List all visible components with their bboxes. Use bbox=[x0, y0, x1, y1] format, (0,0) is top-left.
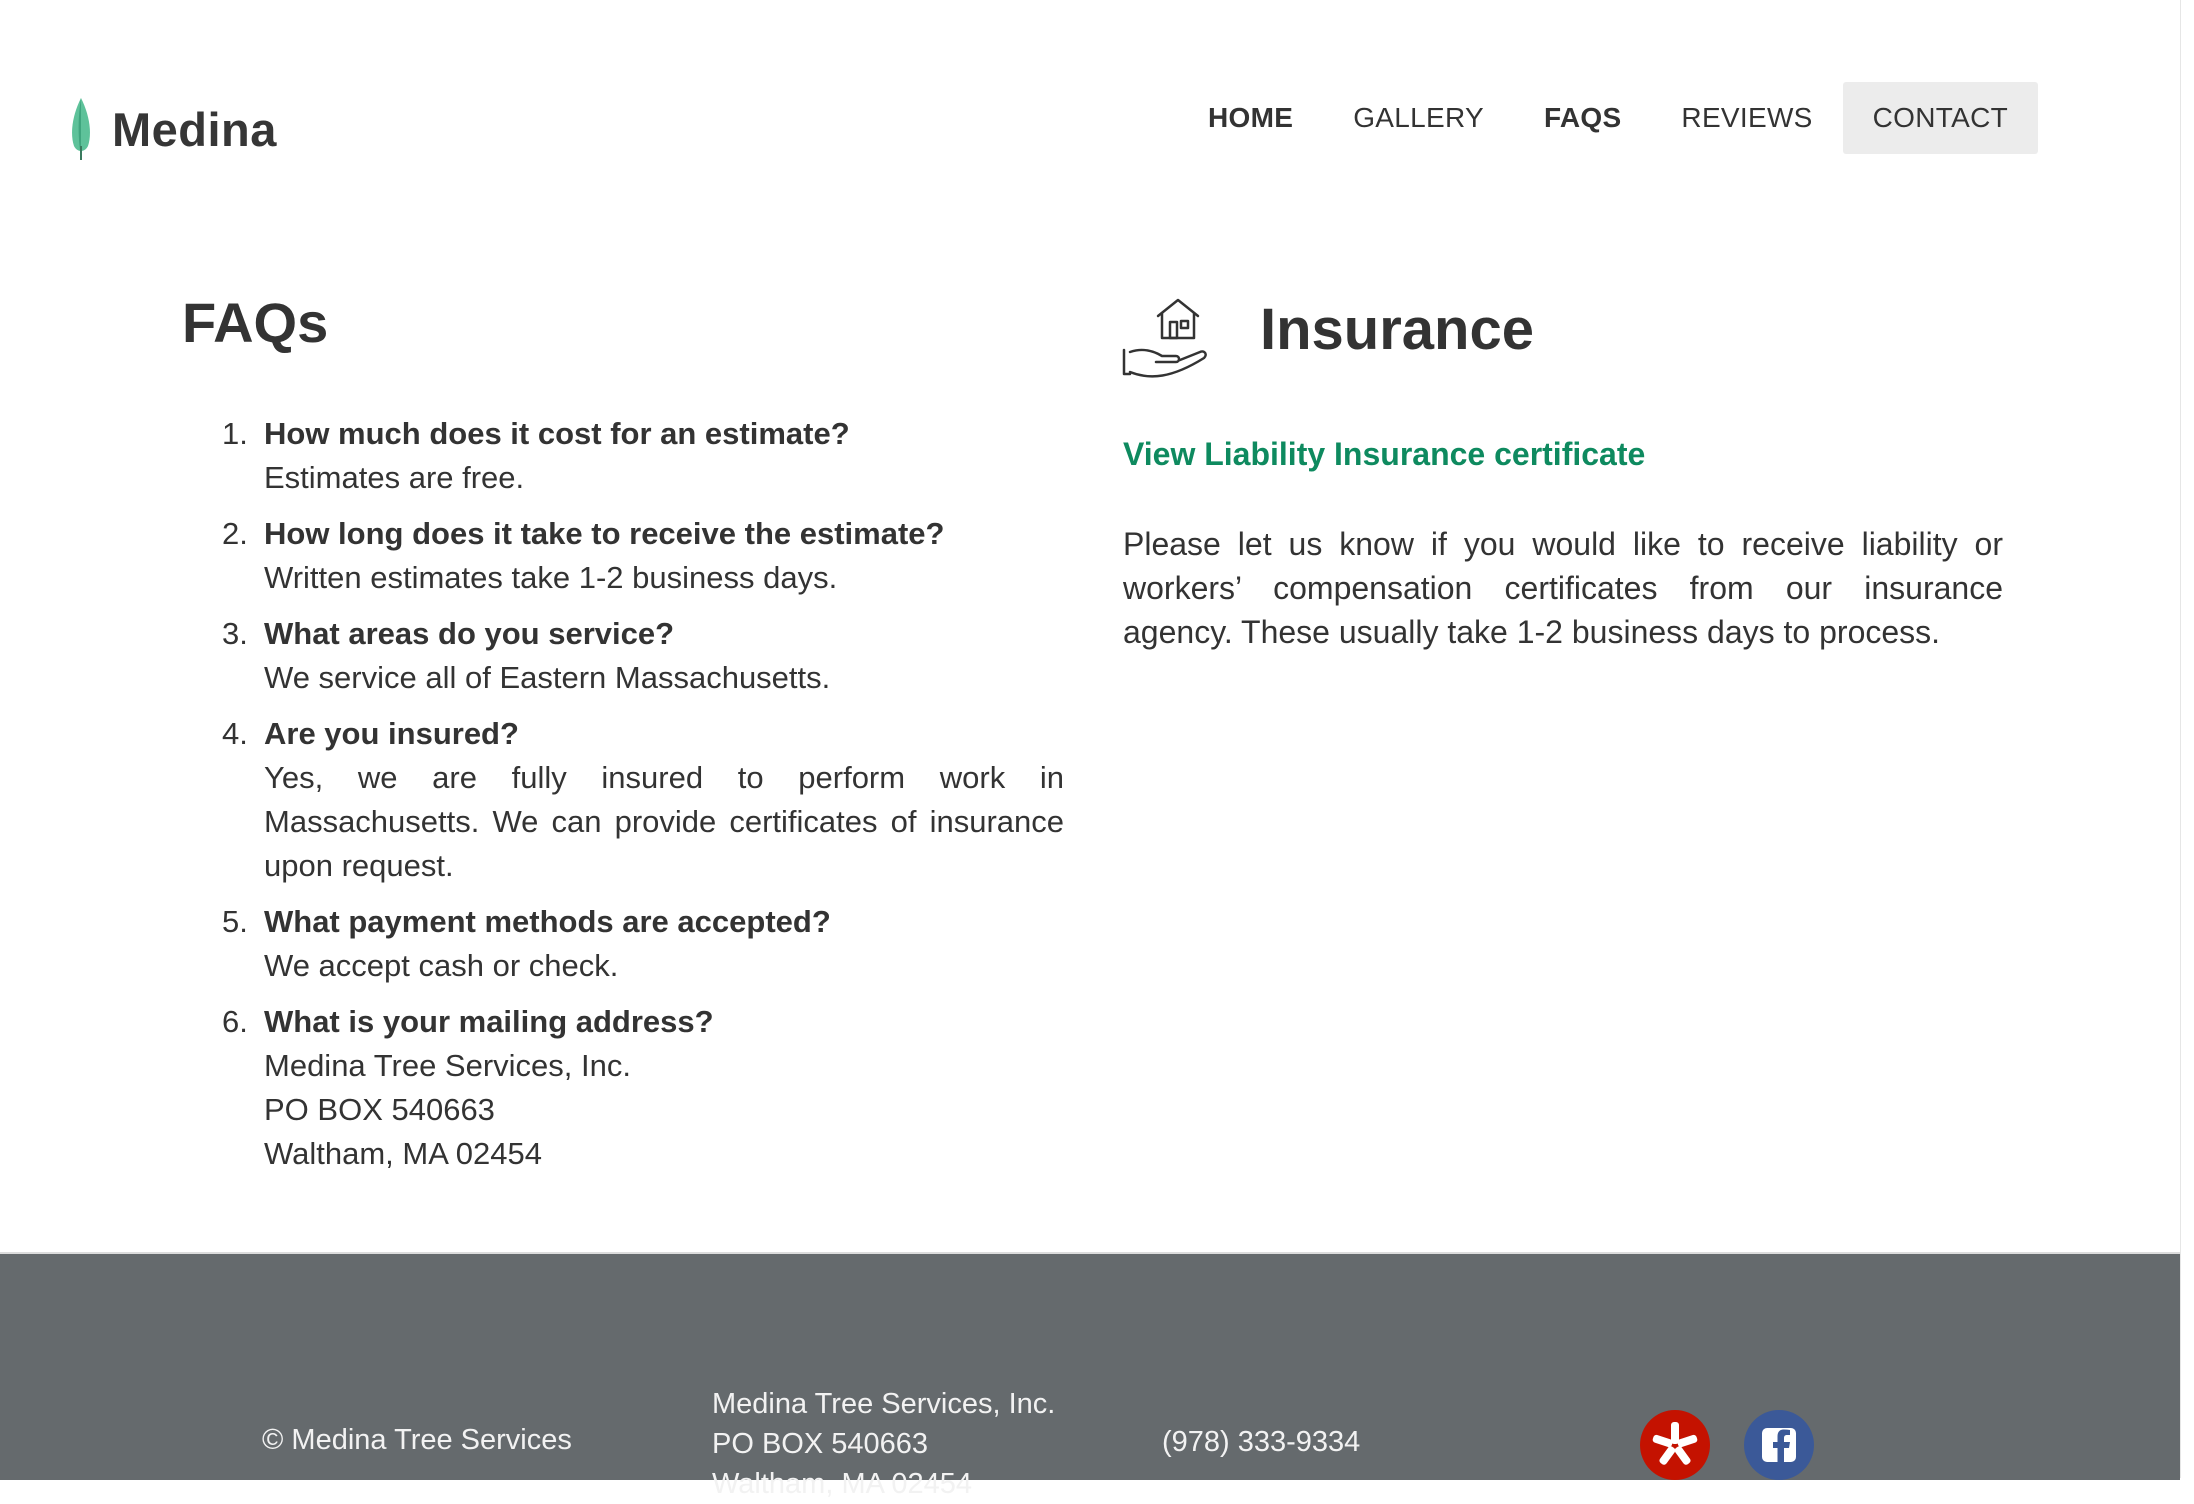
nav-contact[interactable]: CONTACT bbox=[1842, 82, 2039, 154]
faq-item: 3. What areas do you service? We service… bbox=[222, 612, 1064, 700]
insurance-description: Please let us know if you would like to … bbox=[1123, 526, 2003, 650]
footer-phone[interactable]: (978) 333-9334 bbox=[1162, 1426, 1360, 1459]
faq-answer: We accept cash or check. bbox=[264, 944, 1064, 988]
faq-answer: Yes, we are fully insured to perform wor… bbox=[264, 760, 1064, 883]
faq-question: What payment methods are accepted? bbox=[264, 904, 831, 939]
faq-number: 3. bbox=[222, 616, 248, 651]
footer-address-line: Waltham, MA 02454 bbox=[712, 1468, 973, 1500]
facebook-icon bbox=[1762, 1428, 1796, 1462]
faq-list: 1. How much does it cost for an estimate… bbox=[222, 412, 1064, 1188]
faq-number: 6. bbox=[222, 1004, 248, 1039]
faq-item: 5. What payment methods are accepted? We… bbox=[222, 900, 1064, 988]
faq-item: 6. What is your mailing address? Medina … bbox=[222, 1000, 1064, 1176]
main-nav: HOME GALLERY FAQS REVIEWS CONTACT bbox=[1178, 82, 2039, 154]
footer-copyright: © Medina Tree Services bbox=[262, 1424, 572, 1456]
faq-answer-line: Waltham, MA 02454 bbox=[264, 1136, 542, 1171]
house-in-hand-icon bbox=[1122, 298, 1207, 378]
faq-item: 1. How much does it cost for an estimate… bbox=[222, 412, 1064, 500]
site-logo[interactable]: Medina bbox=[66, 92, 277, 166]
footer-address-line: PO BOX 540663 bbox=[712, 1428, 929, 1460]
faq-question: What areas do you service? bbox=[264, 616, 675, 651]
nav-gallery[interactable]: GALLERY bbox=[1323, 82, 1514, 154]
nav-home[interactable]: HOME bbox=[1178, 82, 1323, 154]
faq-item: 2. How long does it take to receive the … bbox=[222, 512, 1064, 600]
nav-faqs[interactable]: FAQS bbox=[1514, 82, 1651, 154]
faq-number: 2. bbox=[222, 516, 248, 551]
footer-address: Medina Tree Services, Inc. PO BOX 540663… bbox=[712, 1384, 1055, 1504]
site-footer: © Medina Tree Services Medina Tree Servi… bbox=[0, 1252, 2180, 1500]
yelp-icon bbox=[1652, 1422, 1698, 1465]
scrollbar-track[interactable] bbox=[2180, 0, 2194, 1478]
faq-number: 1. bbox=[222, 416, 248, 451]
yelp-link[interactable] bbox=[1640, 1410, 1710, 1480]
faq-answer-line: Medina Tree Services, Inc. bbox=[264, 1048, 631, 1083]
faq-number: 4. bbox=[222, 716, 248, 751]
faq-answer-line: We accept cash or check. bbox=[264, 948, 619, 983]
logo-text: Medina bbox=[112, 102, 277, 156]
tree-logo-icon bbox=[72, 98, 90, 160]
faq-question: What is your mailing address? bbox=[264, 1004, 714, 1039]
faq-item: 4. Are you insured? Yes, we are fully in… bbox=[222, 712, 1064, 888]
faq-answer: We service all of Eastern Massachusetts. bbox=[264, 656, 1064, 700]
nav-reviews[interactable]: REVIEWS bbox=[1651, 82, 1842, 154]
insurance-title: Insurance bbox=[1260, 297, 1534, 362]
footer-address-line: Medina Tree Services, Inc. bbox=[712, 1388, 1056, 1420]
faq-question: How much does it cost for an estimate? bbox=[264, 416, 850, 451]
faq-question: Are you insured? bbox=[264, 716, 519, 751]
facebook-link[interactable] bbox=[1744, 1410, 1814, 1480]
faq-answer-line: We service all of Eastern Massachusetts. bbox=[264, 660, 831, 695]
faq-answer: Medina Tree Services, Inc. PO BOX 540663… bbox=[264, 1044, 1064, 1176]
faq-title: FAQs bbox=[182, 291, 329, 354]
faq-answer: Estimates are free. bbox=[264, 456, 1064, 500]
faq-answer-line: Estimates are free. bbox=[264, 460, 525, 495]
faq-answer: Written estimates take 1-2 business days… bbox=[264, 556, 1064, 600]
faq-answer-line: PO BOX 540663 bbox=[264, 1092, 495, 1127]
faq-number: 5. bbox=[222, 904, 248, 939]
liability-certificate-link[interactable]: View Liability Insurance certificate bbox=[1123, 436, 1645, 473]
faq-answer-line: Written estimates take 1-2 business days… bbox=[264, 560, 838, 595]
faq-question: How long does it take to receive the est… bbox=[264, 516, 945, 551]
